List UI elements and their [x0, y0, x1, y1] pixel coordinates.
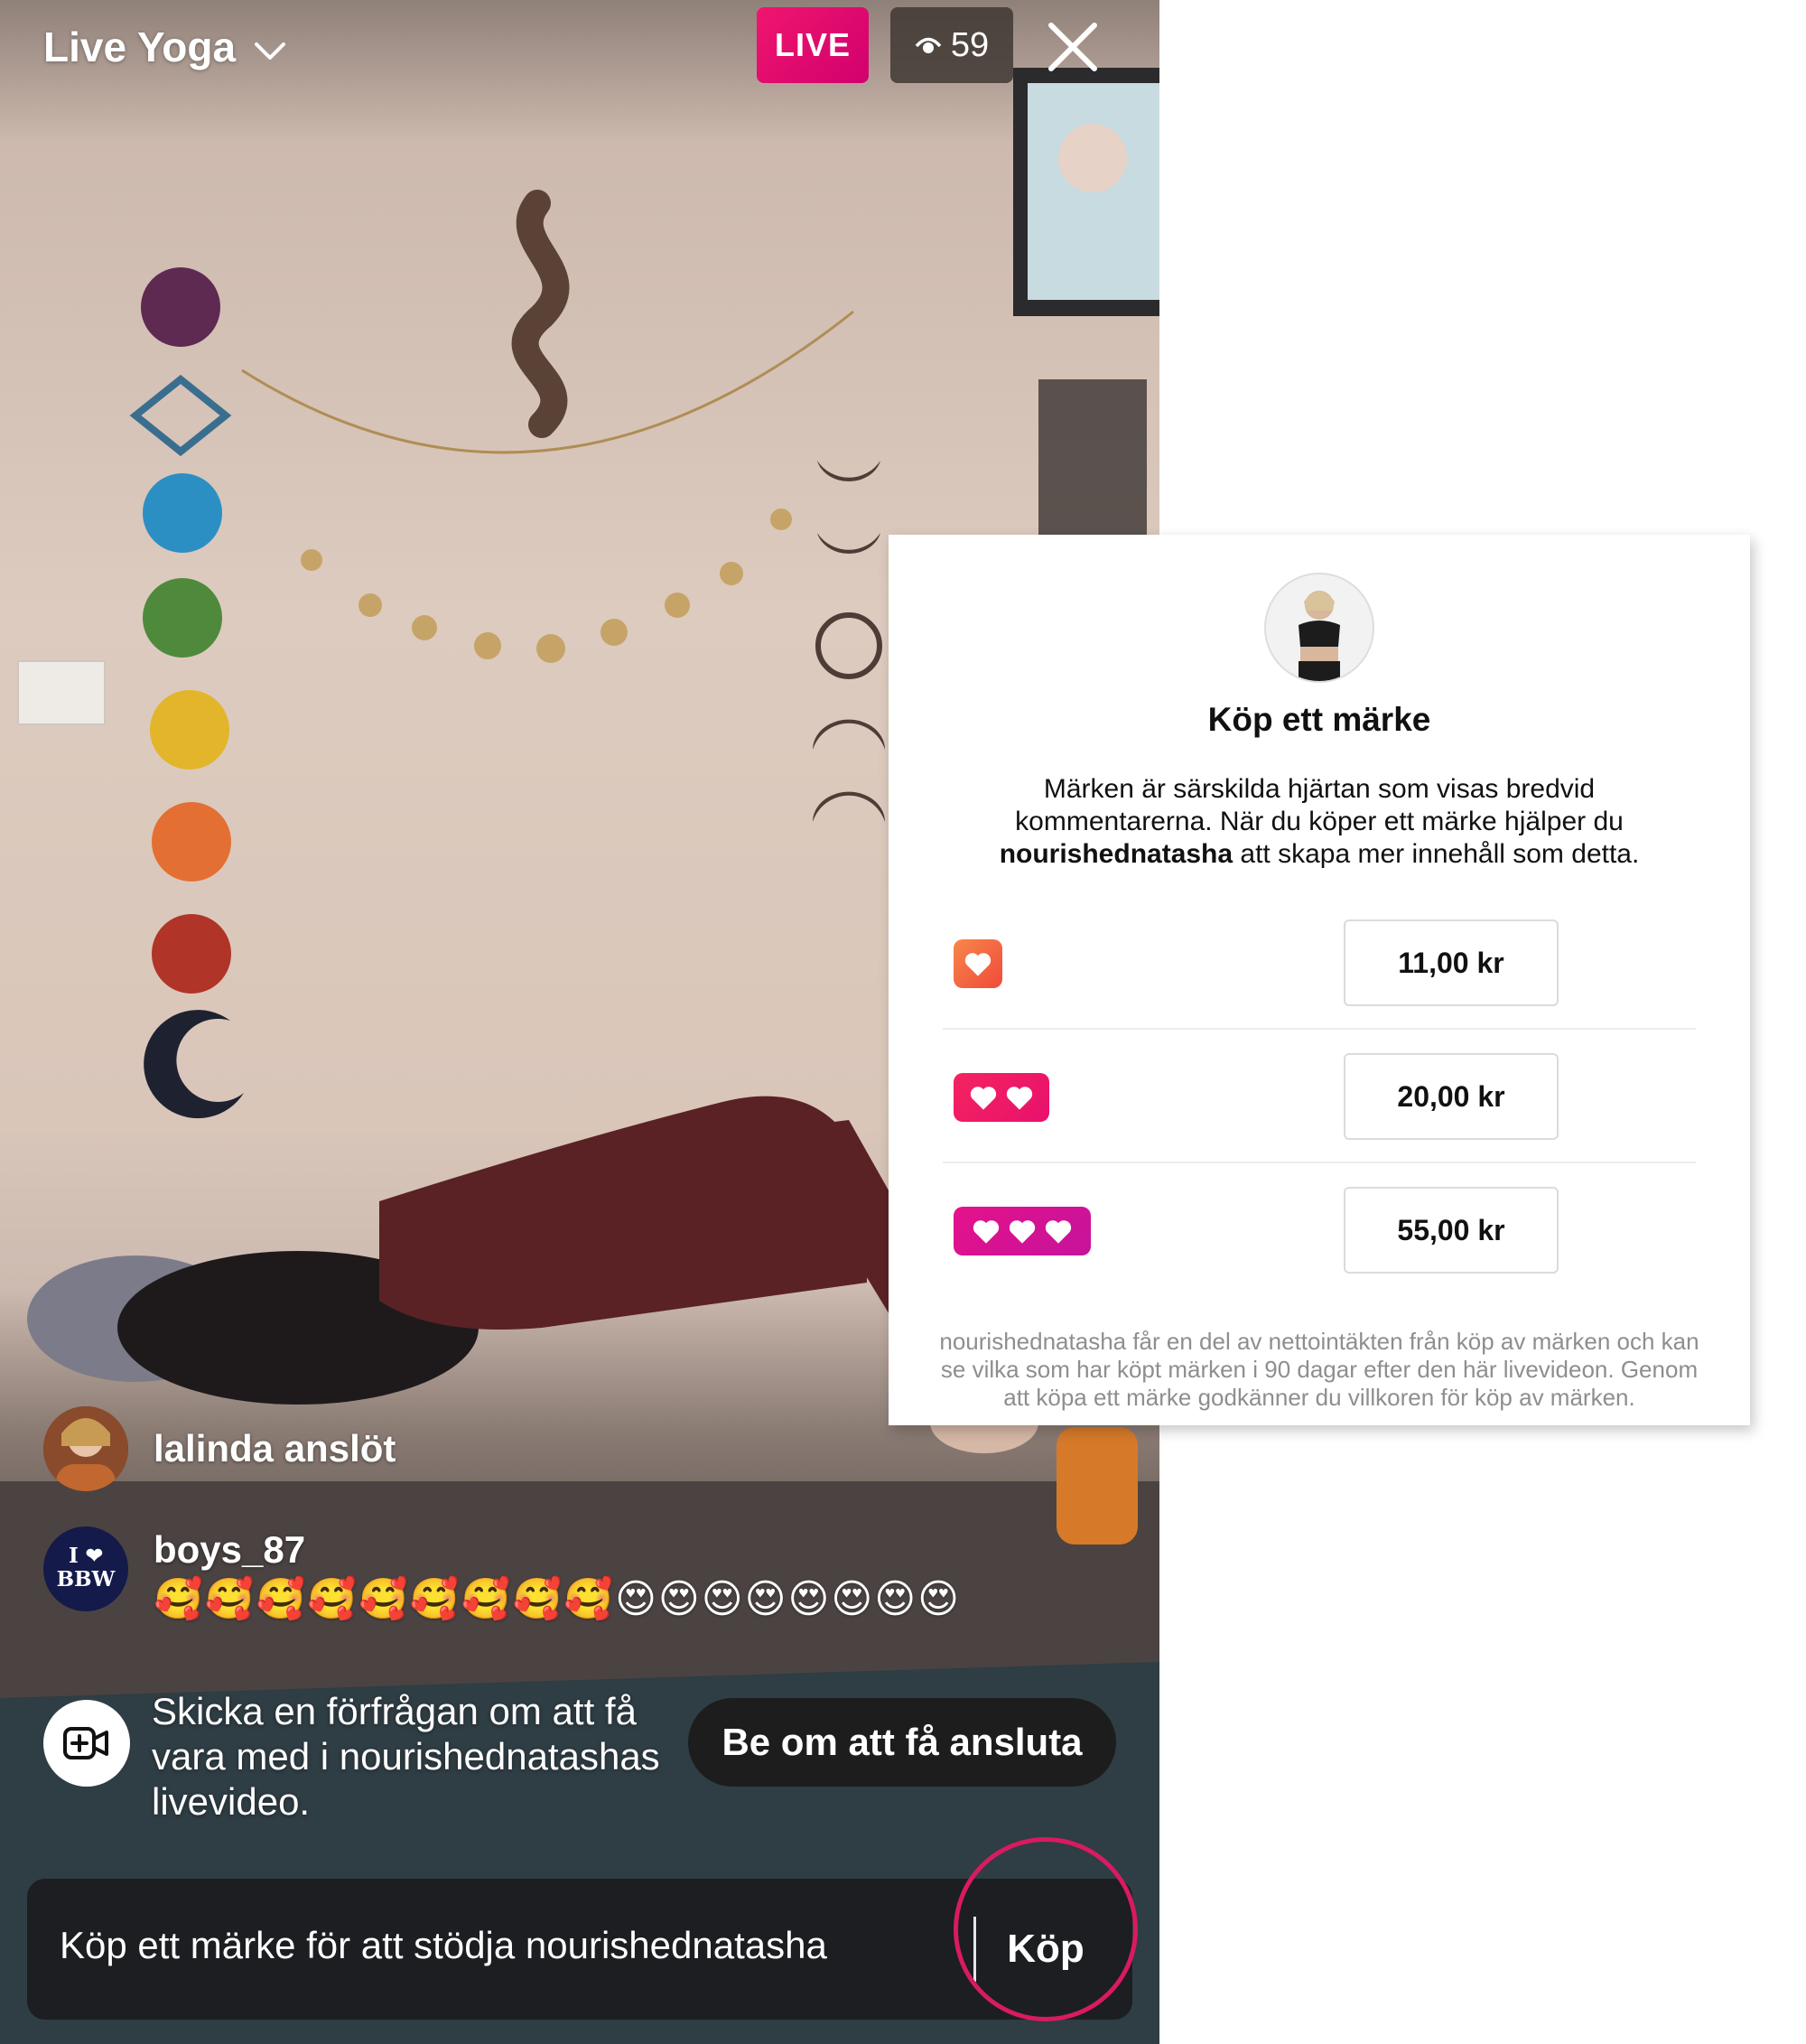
description-text: Märken är särskilda hjärtan som visas br…: [1015, 774, 1624, 836]
cohost-request-text: Skicka en förfrågan om att få vara med i…: [152, 1690, 660, 1823]
heart-badge-icon: [954, 1073, 1049, 1122]
divider: [943, 1028, 1696, 1030]
description-text-end: att skapa mer innehåll som detta.: [1233, 839, 1640, 869]
divider: [943, 1162, 1696, 1163]
chevron-down-icon: [254, 23, 286, 71]
badge-tier-row: 11,00 kr: [943, 898, 1696, 1030]
buy-badge-prompt[interactable]: Köp ett märke för att stödja nourishedna…: [60, 1924, 827, 1967]
close-icon[interactable]: [1044, 18, 1102, 76]
creator-avatar: [1264, 573, 1374, 683]
buy-badge-bar: Köp ett märke för att stödja nourishedna…: [27, 1879, 1132, 2020]
sheet-footer-terms: nourishednatasha får en del av nettointä…: [939, 1328, 1699, 1411]
price-button[interactable]: 11,00 kr: [1344, 919, 1559, 1006]
heart-badge-icon: [954, 1207, 1091, 1255]
live-badge: LIVE: [757, 7, 869, 83]
comment-join-text: lalinda anslöt: [154, 1427, 396, 1470]
request-join-button[interactable]: Be om att få ansluta: [688, 1698, 1116, 1787]
buy-button[interactable]: Köp: [984, 1902, 1107, 1996]
eye-icon: [915, 26, 942, 65]
live-title: Live Yoga: [43, 23, 237, 70]
viewer-count-badge[interactable]: 59: [890, 7, 1013, 83]
comment-text: 🥰🥰🥰🥰🥰🥰🥰🥰🥰😍😍😍😍😍😍😍😍: [154, 1577, 962, 1621]
divider: [973, 1917, 976, 1982]
live-title-dropdown[interactable]: Live Yoga: [43, 20, 286, 74]
sheet-description: Märken är särskilda hjärtan som visas br…: [961, 773, 1678, 871]
badge-tier-row: 55,00 kr: [943, 1165, 1696, 1297]
avatar[interactable]: I ❤ BBW: [43, 1526, 128, 1611]
sheet-title: Köp ett märke: [1207, 701, 1431, 738]
video-plus-icon: [43, 1700, 130, 1787]
badge-tier-row: 20,00 kr: [943, 1031, 1696, 1163]
comment-username[interactable]: boys_87: [154, 1528, 305, 1572]
viewer-count: 59: [950, 25, 990, 64]
avatar[interactable]: [43, 1406, 128, 1491]
description-username: nourishednatasha: [999, 839, 1233, 869]
buy-badge-sheet: Köp ett märke Märken är särskilda hjärta…: [889, 535, 1750, 1425]
price-button[interactable]: 20,00 kr: [1344, 1053, 1559, 1140]
heart-badge-icon: [954, 939, 1002, 988]
price-button[interactable]: 55,00 kr: [1344, 1187, 1559, 1274]
